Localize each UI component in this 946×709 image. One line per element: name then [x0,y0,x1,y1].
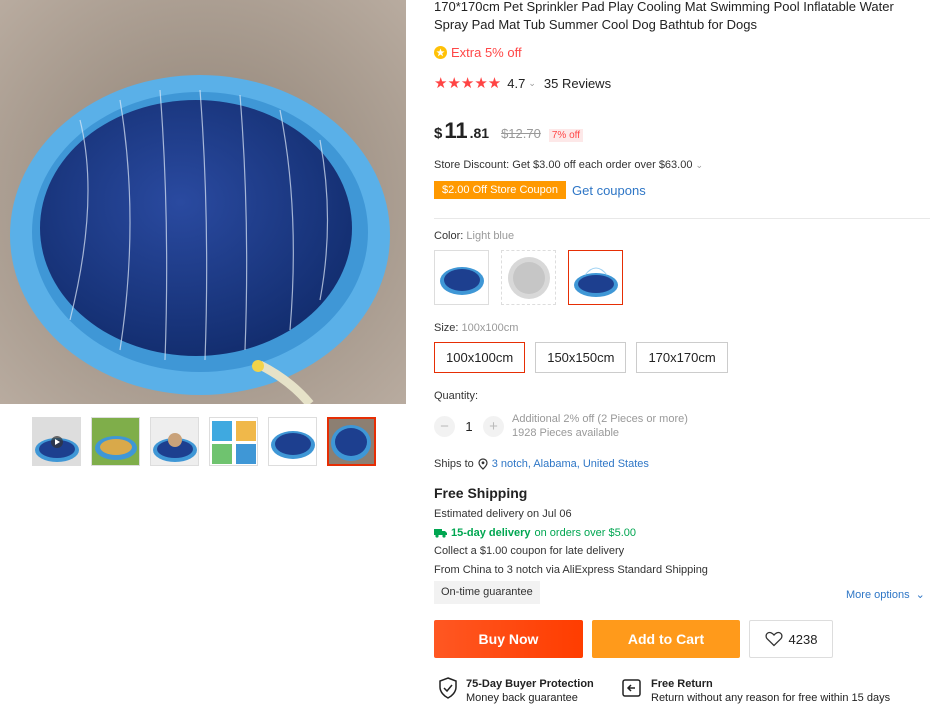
size-option[interactable]: 150x150cm [535,342,627,373]
discount-badge: 7% off [548,129,584,142]
buyer-protection: 75-Day Buyer Protection Money back guara… [438,677,594,705]
more-options-label: More options [846,589,910,601]
delivery-condition: on orders over $5.00 [534,526,637,539]
quantity-stepper: − 1 + Additional 2% off (2 Pieces or mor… [434,412,688,440]
add-to-cart-button[interactable]: Add to Cart [592,620,740,658]
thumbnail-video[interactable] [32,417,81,466]
chevron-down-icon: ⌄ [915,589,925,601]
price-currency: $ [434,125,443,142]
ships-to-label: Ships to [434,458,474,470]
shipping-route: From China to 3 notch via AliExpress Sta… [434,563,708,576]
thumbnail-image[interactable] [209,417,258,466]
quantity-label: Quantity: [434,390,479,402]
quantity-note: Additional 2% off (2 Pieces or more) 192… [512,412,688,440]
main-product-image[interactable] [0,0,406,404]
quantity-decrease-button[interactable]: − [434,415,455,437]
thumbnail-image-selected[interactable] [327,417,376,466]
buyer-protection-subtitle: Money back guarantee [466,692,578,704]
extra-discount-label: Extra 5% off [451,45,522,60]
chevron-down-icon: ⌄ [695,160,704,170]
delivery-days: 15-day delivery [451,526,531,539]
free-return-subtitle: Return without any reason for free withi… [651,692,891,704]
color-options [434,250,623,305]
ships-to-location-link[interactable]: 3 notch, Alabama, United States [492,458,649,470]
reviews-link[interactable]: 35 Reviews [544,76,611,91]
divider [434,218,930,219]
ships-to: Ships to 3 notch, Alabama, United States [434,458,649,470]
product-title: 170*170cm Pet Sprinkler Pad Play Cooling… [434,0,894,32]
price-decimal: .81 [469,125,490,141]
price-integer: 11 [444,118,468,143]
more-options-link[interactable]: More options ⌄ [846,588,925,601]
price-current: $ 11 .81 [434,118,489,144]
thumbnail-image[interactable] [150,417,199,466]
coin-icon [434,46,447,59]
chevron-down-icon[interactable]: ⌄ [528,78,536,89]
wishlist-count: 4238 [788,631,818,647]
store-coupon-badge[interactable]: $2.00 Off Store Coupon [434,181,566,199]
size-label: Size: 100x100cm [434,322,518,334]
ontime-guarantee-badge: On-time guarantee [434,581,540,604]
color-label-text: Color: [434,230,464,242]
thumbnail-strip [32,417,376,466]
color-label: Color: Light blue [434,230,514,242]
store-discount-text: Store Discount: Get $3.00 off each order… [434,159,693,171]
return-icon [622,679,641,697]
quantity-discount-note: Additional 2% off (2 Pieces or more) [512,413,688,425]
quantity-available: 1928 Pieces available [512,427,620,439]
thumbnail-image[interactable] [268,417,317,466]
color-option-blue[interactable] [434,250,489,305]
estimated-delivery: Estimated delivery on Jul 06 [434,508,572,520]
size-options: 100x100cm 150x150cm 170x170cm [434,342,728,373]
buy-now-button[interactable]: Buy Now [434,620,583,658]
quantity-input[interactable]: 1 [455,419,483,434]
free-return-title: Free Return [651,678,713,690]
color-option-white[interactable] [501,250,556,305]
truck-icon [434,528,447,538]
rating-value[interactable]: 4.7 [507,76,525,91]
shield-check-icon [439,677,457,699]
coupon-row: $2.00 Off Store Coupon Get coupons [434,181,646,199]
delivery-promise: 15-day delivery on orders over $5.00 [434,524,708,543]
store-discount[interactable]: Store Discount: Get $3.00 off each order… [434,159,703,171]
price-original: $12.70 [501,126,541,141]
shipping-info: Free Shipping Estimated delivery on Jul … [434,485,708,604]
star-rating-icon: ★★★★★ [434,75,502,92]
get-coupons-link[interactable]: Get coupons [572,183,646,198]
quantity-increase-button[interactable]: + [483,415,504,437]
size-option[interactable]: 100x100cm [434,342,526,373]
free-return: Free Return Return without any reason fo… [621,677,890,705]
thumbnail-image[interactable] [91,417,140,466]
location-pin-icon [478,458,488,470]
heart-icon [764,631,783,647]
free-shipping-title: Free Shipping [434,485,528,501]
wishlist-button[interactable]: 4238 [749,620,833,658]
buyer-protection-title: 75-Day Buyer Protection [466,678,594,690]
size-label-text: Size: [434,322,459,334]
price-row: $ 11 .81 $12.70 7% off [434,118,584,144]
color-selected-value: Light blue [466,230,515,242]
extra-discount: Extra 5% off [434,45,522,60]
size-option[interactable]: 170x170cm [636,342,728,373]
size-selected-value: 100x100cm [461,322,519,334]
rating-row: ★★★★★ 4.7 ⌄ 35 Reviews [434,74,611,92]
color-option-light-blue[interactable] [568,250,623,305]
late-delivery-coupon: Collect a $1.00 coupon for late delivery [434,545,625,557]
